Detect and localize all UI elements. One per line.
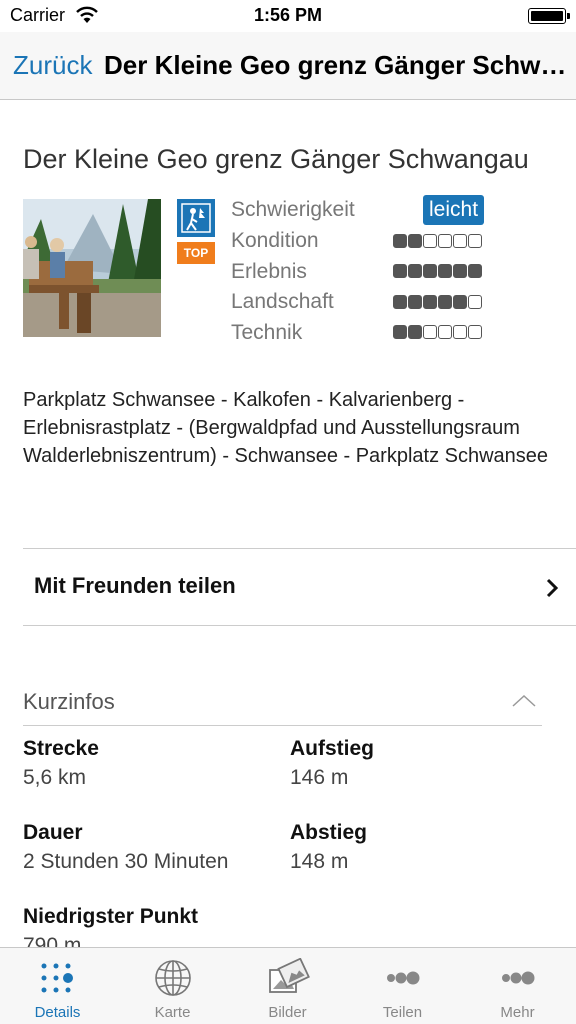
more-dots-icon bbox=[502, 971, 535, 985]
rating-label-kondition: Kondition bbox=[231, 229, 319, 252]
rating-erlebnis bbox=[393, 264, 482, 278]
rating-box-empty bbox=[423, 325, 437, 339]
navigation-bar: Zurück Der Kleine Geo grenz Gänger Schw… bbox=[0, 32, 576, 100]
rating-box-filled bbox=[438, 295, 452, 309]
tab-details[interactable]: Details bbox=[0, 948, 115, 1024]
rating-box-filled bbox=[393, 234, 407, 248]
tab-teilen[interactable]: Teilen bbox=[345, 948, 460, 1024]
tour-description: Parkplatz Schwansee - Kalkofen - Kalvari… bbox=[23, 389, 549, 467]
back-button[interactable]: Zurück bbox=[13, 50, 92, 81]
tour-photo[interactable] bbox=[23, 199, 161, 337]
tab-karte[interactable]: Karte bbox=[115, 948, 230, 1024]
pictures-icon bbox=[269, 958, 310, 993]
rating-box-filled bbox=[408, 264, 422, 278]
info-label-niedrigster-punkt: Niedrigster Punkt bbox=[23, 905, 199, 928]
tab-label-details: Details bbox=[34, 1004, 81, 1021]
rating-box-filled bbox=[393, 295, 407, 309]
top-badge: TOP bbox=[177, 242, 215, 264]
rating-box-filled bbox=[408, 295, 422, 309]
rating-box-empty bbox=[453, 234, 467, 248]
status-bar: Carrier 1:56 PM bbox=[0, 0, 576, 32]
rating-label-schwierigkeit: Schwierigkeit bbox=[231, 198, 355, 221]
rating-box-filled bbox=[423, 264, 437, 278]
section-title: Kurzinfos bbox=[23, 689, 115, 714]
share-with-friends-row[interactable]: Mit Freunden teilen bbox=[23, 548, 576, 626]
status-time: 1:56 PM bbox=[253, 5, 323, 25]
details-dots-icon bbox=[41, 963, 73, 993]
tab-label-karte: Karte bbox=[154, 1004, 191, 1021]
chevron-up-icon[interactable] bbox=[511, 694, 537, 708]
rating-box-filled bbox=[393, 264, 407, 278]
rating-box-empty bbox=[423, 234, 437, 248]
rating-technik bbox=[393, 325, 482, 339]
rating-kondition bbox=[393, 234, 482, 248]
chevron-right-icon bbox=[546, 578, 559, 598]
tab-label-mehr: Mehr bbox=[500, 1004, 535, 1021]
tab-bilder[interactable]: Bilder bbox=[230, 948, 345, 1024]
rating-box-filled bbox=[468, 264, 482, 278]
rating-box-filled bbox=[453, 295, 467, 309]
rating-label-technik: Technik bbox=[231, 321, 303, 344]
share-dots-icon bbox=[387, 971, 420, 985]
rating-box-empty bbox=[438, 234, 452, 248]
info-value-dauer: 2 Stunden 30 Minuten bbox=[23, 850, 229, 873]
rating-box-filled bbox=[408, 234, 422, 248]
rating-box-empty bbox=[468, 234, 482, 248]
rating-landschaft bbox=[393, 295, 482, 309]
rating-box-filled bbox=[408, 325, 422, 339]
info-label-aufstieg: Aufstieg bbox=[290, 737, 374, 760]
rating-box-filled bbox=[453, 264, 467, 278]
rating-box-empty bbox=[468, 295, 482, 309]
rating-box-filled bbox=[423, 295, 437, 309]
tab-label-bilder: Bilder bbox=[268, 1004, 307, 1021]
info-value-aufstieg: 146 m bbox=[290, 766, 349, 789]
share-label: Mit Freunden teilen bbox=[34, 573, 236, 598]
info-label-abstieg: Abstieg bbox=[290, 821, 368, 844]
info-value-strecke: 5,6 km bbox=[23, 766, 87, 789]
tab-bar: Details Karte Bilder Teilen Mehr bbox=[0, 947, 576, 1024]
globe-icon bbox=[155, 960, 191, 996]
battery-icon bbox=[528, 8, 570, 24]
page-title: Der Kleine Geo grenz Gänger Schwangau bbox=[23, 144, 529, 174]
info-value-abstieg: 148 m bbox=[290, 850, 349, 873]
nav-title: Der Kleine Geo grenz Gänger Schw… bbox=[104, 50, 564, 80]
rating-label-landschaft: Landschaft bbox=[231, 290, 334, 313]
rating-box-empty bbox=[438, 325, 452, 339]
rating-label-erlebnis: Erlebnis bbox=[231, 260, 307, 283]
rating-box-empty bbox=[453, 325, 467, 339]
info-label-strecke: Strecke bbox=[23, 737, 99, 760]
difficulty-badge: leicht bbox=[423, 195, 485, 225]
rating-box-filled bbox=[438, 264, 452, 278]
kurzinfos-header[interactable]: Kurzinfos bbox=[23, 678, 542, 726]
tab-mehr[interactable]: Mehr bbox=[460, 948, 575, 1024]
info-label-dauer: Dauer bbox=[23, 821, 83, 844]
rating-box-empty bbox=[468, 325, 482, 339]
hiking-type-icon bbox=[177, 199, 215, 237]
rating-box-filled bbox=[393, 325, 407, 339]
tab-label-teilen: Teilen bbox=[382, 1004, 423, 1021]
